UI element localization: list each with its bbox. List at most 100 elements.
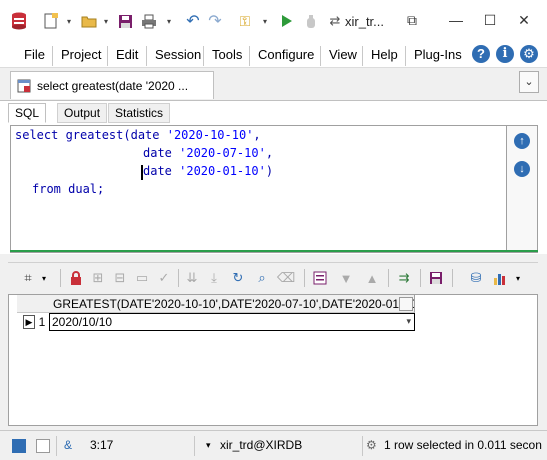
filter-icon[interactable]: ▼: [338, 270, 354, 286]
text-caret: [141, 165, 143, 180]
refresh-icon[interactable]: ↻: [230, 270, 246, 286]
lock-icon[interactable]: [68, 270, 84, 286]
code-token: select greatest(: [15, 128, 131, 142]
result-cell[interactable]: 2020/10/10 ▾: [49, 313, 415, 331]
grid-select-dropdown-icon[interactable]: ▾: [36, 270, 52, 286]
sql-editor-panel: SQL Output Statistics select greatest(da…: [0, 100, 547, 254]
toolbar-separator: [178, 269, 179, 287]
code-token: date: [130, 128, 167, 142]
cursor-position: 3:17: [90, 438, 114, 452]
restore-window-icon[interactable]: ⧉: [402, 10, 422, 30]
clear-icon[interactable]: ⌫: [277, 270, 295, 286]
menu-separator: [362, 46, 363, 66]
previous-statement-icon[interactable]: ↑: [514, 133, 530, 149]
cell-value: 2020/10/10: [52, 315, 113, 329]
print-dropdown-icon[interactable]: ▾: [160, 12, 178, 30]
menu-separator: [320, 46, 321, 66]
execute-icon[interactable]: [278, 12, 296, 30]
result-grid[interactable]: GREATEST(DATE'2020-10-10',DATE'2020-07-1…: [8, 294, 538, 426]
break-icon[interactable]: [302, 12, 320, 30]
code-token: dual;: [68, 182, 105, 196]
fetch-next-icon[interactable]: ⇊: [184, 270, 200, 286]
menu-view[interactable]: View: [329, 47, 357, 62]
code-token: ,: [265, 146, 274, 160]
document-tab[interactable]: select greatest(date '2020 ...: [10, 71, 214, 99]
column-header-label: GREATEST(DATE'2020-10-10',DATE'2020-07-1…: [53, 297, 415, 311]
editor-nav-column: ↑ ↓: [506, 125, 538, 253]
status-bar: & 3:17 ▾ xir_trd@XIRDB ⚙ 1 row selected …: [0, 430, 547, 460]
save-results-icon[interactable]: [428, 270, 444, 286]
connection-dropdown-icon[interactable]: ▾: [206, 440, 211, 451]
menu-tools[interactable]: Tools: [212, 47, 242, 62]
menu-separator: [203, 46, 204, 66]
connection-name[interactable]: xir_trd@XIRDB: [220, 438, 302, 452]
key-icon[interactable]: ⚿: [236, 12, 254, 30]
post-changes-icon[interactable]: ▭: [134, 270, 150, 286]
fetch-last-icon[interactable]: ⤓: [206, 270, 222, 286]
menu-help[interactable]: Help: [371, 47, 398, 62]
menu-configure[interactable]: Configure: [258, 47, 314, 62]
help-icon[interactable]: ?: [472, 45, 490, 63]
info-icon[interactable]: i: [496, 45, 514, 63]
splitter[interactable]: [10, 250, 538, 252]
open-folder-icon[interactable]: [80, 12, 98, 30]
link-icon: &: [64, 438, 73, 452]
tab-output[interactable]: Output: [57, 103, 108, 123]
open-dropdown-icon[interactable]: ▾: [97, 12, 115, 30]
code-token: '2020-07-10': [179, 146, 266, 160]
single-record-view-icon[interactable]: [312, 270, 328, 286]
toolbar-separator: [60, 269, 61, 287]
next-statement-icon[interactable]: ↓: [514, 161, 530, 177]
undo-icon[interactable]: ↶: [184, 12, 202, 30]
column-header-button[interactable]: [399, 297, 413, 311]
export-icon[interactable]: ⇉: [396, 270, 412, 286]
key-dropdown-icon[interactable]: ▾: [256, 12, 274, 30]
grid-select-icon[interactable]: ⌗: [20, 270, 36, 286]
chart-icon[interactable]: [492, 270, 508, 286]
sql-code-editor[interactable]: select greatest(date '2020-10-10', date …: [10, 125, 506, 253]
status-separator: [194, 436, 195, 456]
code-token: date: [143, 146, 180, 160]
tab-statistics[interactable]: Statistics: [108, 103, 171, 123]
maximize-button[interactable]: ☐: [480, 10, 500, 30]
menu-file[interactable]: File: [24, 47, 45, 62]
options-icon[interactable]: ⚙: [520, 45, 538, 63]
menu-edit[interactable]: Edit: [116, 47, 138, 62]
sort-up-icon[interactable]: ▲: [364, 270, 380, 286]
connection-icon: ⇄: [329, 13, 341, 28]
menu-bar: File Project Edit Session Tools Configur…: [0, 44, 547, 68]
redo-icon[interactable]: ↷: [206, 12, 224, 30]
column-header[interactable]: GREATEST(DATE'2020-10-10',DATE'2020-07-1…: [49, 295, 415, 313]
code-token: from: [32, 182, 69, 196]
menu-project[interactable]: Project: [61, 47, 101, 62]
code-token: ,: [253, 128, 261, 142]
cell-dropdown-icon[interactable]: ▾: [406, 316, 411, 327]
document-tab-strip: select greatest(date '2020 ... ⌄: [0, 68, 547, 100]
menu-session[interactable]: Session: [155, 47, 201, 62]
tab-sql[interactable]: SQL: [8, 103, 47, 123]
toolbar-separator: [388, 269, 389, 287]
close-button[interactable]: ✕: [514, 10, 534, 30]
save-icon[interactable]: [116, 12, 134, 30]
title-bar: ▾ ▾ ▾ ↶ ↷ ⚿ ▾ ⇄ xir_tr... ⧉ — ☐ ✕: [0, 0, 547, 44]
code-line-1: select greatest(date '2020-10-10',: [15, 128, 261, 142]
gear-icon: ⚙: [366, 438, 377, 452]
confirm-icon[interactable]: ✓: [156, 270, 172, 286]
results-toolbar: ⌗ ▾ ⊞ ⊟ ▭ ✓ ⇊ ⤓ ↻ ⌕ ⌫ ▼ ▲ ⇉ ⛁ ▾: [8, 262, 538, 292]
document-tab-label: select greatest(date '2020 ...: [37, 79, 189, 93]
status-separator: [56, 436, 57, 456]
database-icon[interactable]: ⛁: [468, 270, 484, 286]
menu-plugins[interactable]: Plug-Ins: [414, 47, 462, 62]
new-dropdown-icon[interactable]: ▾: [60, 12, 78, 30]
delete-record-icon[interactable]: ⊟: [112, 270, 128, 286]
print-icon[interactable]: [140, 12, 158, 30]
minimize-button[interactable]: —: [446, 10, 466, 30]
edit-mode-icon: [36, 439, 50, 453]
menu-separator: [52, 46, 53, 66]
insert-record-icon[interactable]: ⊞: [90, 270, 106, 286]
find-icon[interactable]: ⌕: [254, 270, 270, 286]
document-list-dropdown[interactable]: ⌄: [519, 71, 539, 93]
new-icon[interactable]: [42, 12, 60, 30]
chart-dropdown-icon[interactable]: ▾: [510, 270, 526, 286]
menu-separator: [405, 46, 406, 66]
